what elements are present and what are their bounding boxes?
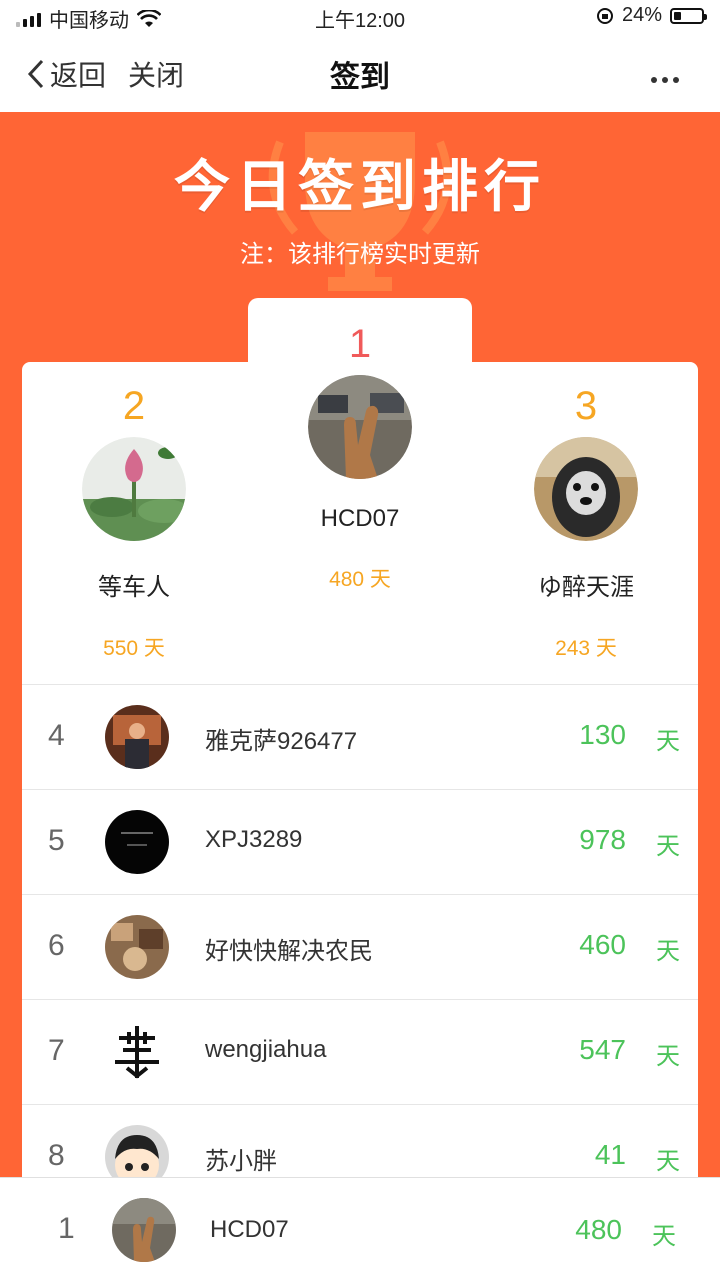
status-bar: 中国移动 上午12:00 24% <box>0 0 720 34</box>
ranking-list: 4 雅克萨926477 130 天 5 XPJ3289 978 天 6 好快快解… <box>22 684 698 1209</box>
podium-name: 等车人 <box>98 574 170 601</box>
rank-number: 6 <box>48 929 65 962</box>
rotation-lock-icon <box>596 7 613 24</box>
close-button[interactable]: 关闭 <box>128 54 184 94</box>
podium-days: 243 天 <box>555 637 617 660</box>
days-unit: 天 <box>656 833 680 860</box>
podium-name: HCD07 <box>320 505 400 532</box>
nav-bar: 返回 关闭 签到 <box>0 34 720 112</box>
user-name: wengjiahua <box>205 1036 327 1063</box>
rank-number: 2 <box>122 384 146 428</box>
podium-first[interactable]: 1 HCD07 480 天 <box>248 322 472 593</box>
board-title: 今日签到排行 <box>174 155 546 218</box>
days-unit: 天 <box>656 938 680 965</box>
days-count: 978 <box>579 824 626 855</box>
back-label: 返回 <box>50 60 107 91</box>
podium-third[interactable]: 3 ゆ醉天涯 243 天 <box>474 384 698 662</box>
days-count: 130 <box>579 719 626 750</box>
list-item[interactable]: 6 好快快解决农民 460 天 <box>22 894 698 999</box>
chevron-left-icon <box>27 59 44 89</box>
avatar <box>82 437 186 541</box>
ranking-board: 今日签到排行 注：该排行榜实时更新 1 HCD07 480 天 2 等车人 55… <box>0 112 720 1280</box>
days-count: 460 <box>579 929 626 960</box>
avatar <box>534 437 638 541</box>
days-unit: 天 <box>656 1043 680 1070</box>
rank-number: 8 <box>48 1139 65 1172</box>
battery-icon <box>670 7 707 24</box>
podium-card: 1 HCD07 480 天 2 等车人 550 天 3 ゆ醉天涯 243 天 <box>22 322 698 684</box>
rank-number: 7 <box>48 1034 65 1067</box>
days-unit: 天 <box>652 1223 676 1250</box>
rank-number: 4 <box>48 719 65 752</box>
user-name: 雅克萨926477 <box>205 728 358 755</box>
user-name: XPJ3289 <box>205 826 303 853</box>
more-button[interactable] <box>650 58 680 92</box>
list-item[interactable]: 4 雅克萨926477 130 天 <box>22 684 698 789</box>
rank-number: 5 <box>48 824 65 857</box>
avatar <box>105 810 169 874</box>
my-rank-bar[interactable]: 1 HCD07 480 天 <box>0 1177 720 1281</box>
more-dots-icon <box>651 77 679 83</box>
avatar <box>105 705 169 769</box>
days-count: 480 <box>575 1214 622 1245</box>
podium-name: ゆ醉天涯 <box>538 574 634 601</box>
list-item[interactable]: 7 wengjiahua 547 天 <box>22 999 698 1104</box>
days-unit: 天 <box>656 1148 680 1175</box>
back-button[interactable]: 返回 <box>26 54 106 94</box>
page-title: 签到 <box>330 61 390 94</box>
board-note: 注：该排行榜实时更新 <box>240 241 480 268</box>
avatar <box>112 1198 176 1262</box>
user-name: 好快快解决农民 <box>205 938 373 965</box>
rank-number: 3 <box>574 384 598 428</box>
podium-days: 550 天 <box>103 637 165 660</box>
user-name: 苏小胖 <box>205 1148 277 1175</box>
status-right: 24% <box>596 4 707 27</box>
days-count: 547 <box>579 1034 626 1065</box>
days-count: 41 <box>594 1139 626 1170</box>
rank-number: 1 <box>58 1212 75 1245</box>
podium-days: 480 天 <box>329 568 391 591</box>
list-item[interactable]: 5 XPJ3289 978 天 <box>22 789 698 894</box>
avatar <box>105 1020 169 1084</box>
avatar <box>308 375 412 479</box>
battery-percent: 24% <box>621 4 662 26</box>
user-name: HCD07 <box>210 1216 289 1243</box>
avatar <box>105 915 169 979</box>
days-unit: 天 <box>656 728 680 755</box>
rank-number: 1 <box>348 322 372 366</box>
podium-second[interactable]: 2 等车人 550 天 <box>22 384 246 662</box>
